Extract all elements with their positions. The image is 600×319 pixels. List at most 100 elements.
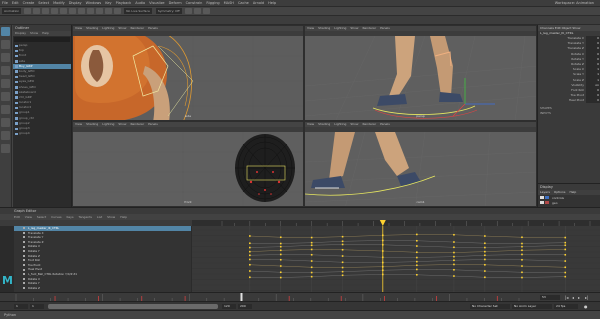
anim-end-field[interactable]: 200	[238, 304, 252, 309]
key-point[interactable]	[521, 249, 523, 252]
key-point[interactable]	[249, 258, 251, 261]
last-tool-icon[interactable]	[1, 105, 10, 114]
key-point[interactable]	[310, 271, 313, 274]
key-point[interactable]	[484, 263, 486, 266]
vp-menu-renderer[interactable]: Renderer	[130, 26, 144, 30]
select-hierarchy-icon[interactable]	[69, 8, 77, 14]
move-tool-icon[interactable]	[1, 66, 10, 75]
key-point[interactable]	[279, 258, 282, 261]
layer-row[interactable]: geo	[538, 200, 600, 205]
lasso-tool-icon[interactable]	[1, 40, 10, 49]
vp-menu-lighting[interactable]: Lighting	[102, 26, 114, 30]
ge-menu-list[interactable]: List	[97, 215, 102, 219]
outliner-search-input[interactable]	[14, 37, 70, 42]
key-point[interactable]	[341, 274, 344, 277]
key-point[interactable]	[310, 275, 313, 278]
animation-curve[interactable]	[249, 254, 566, 258]
menu-edit[interactable]: Edit	[10, 1, 21, 5]
four-view-icon[interactable]	[1, 131, 10, 140]
time-slider[interactable]: 53 |◂ ◂ ▸ ▸|	[0, 292, 600, 302]
key-point[interactable]	[564, 275, 567, 278]
key-point[interactable]	[341, 255, 344, 257]
vp-menu-lighting[interactable]: Lighting	[334, 122, 346, 126]
animation-curve[interactable]	[249, 244, 566, 248]
go-to-start-icon[interactable]: |◂	[565, 295, 569, 300]
layer-color-swatch[interactable]	[545, 201, 549, 204]
ge-menu-select[interactable]: Select	[37, 215, 46, 219]
menu-constrain[interactable]: Constrain	[184, 1, 205, 5]
viewport-top-left[interactable]: View Shading Lighting Show Renderer Pane…	[72, 25, 304, 121]
range-slider-handle[interactable]	[48, 304, 218, 309]
key-point[interactable]	[521, 236, 523, 239]
key-point[interactable]	[484, 270, 486, 272]
key-point[interactable]	[341, 261, 344, 264]
ge-menu-curves[interactable]: Curves	[51, 215, 61, 219]
key-point[interactable]	[521, 258, 523, 261]
vp-menu-show[interactable]: Show	[350, 26, 358, 30]
menu-create[interactable]: Create	[21, 1, 37, 5]
animation-curves[interactable]	[192, 226, 600, 293]
key-point[interactable]	[453, 246, 455, 249]
key-point[interactable]	[453, 275, 455, 277]
vp-menu-panels[interactable]: Panels	[148, 122, 158, 126]
key-point[interactable]	[249, 270, 251, 272]
key-point[interactable]	[310, 236, 313, 239]
graph-channel-item[interactable]: Rotate Z	[14, 286, 191, 291]
menu-windows[interactable]: Windows	[84, 1, 104, 5]
menu-select[interactable]: Select	[36, 1, 51, 5]
key-point[interactable]	[310, 248, 313, 251]
key-point[interactable]	[453, 255, 455, 258]
visibility-toggle[interactable]	[540, 201, 544, 204]
key-point[interactable]	[279, 265, 282, 267]
outliner-menu-help[interactable]: Help	[42, 31, 49, 35]
key-point[interactable]	[416, 251, 418, 254]
key-point[interactable]	[249, 276, 251, 279]
layer-menu-layers[interactable]: Layers	[540, 190, 550, 194]
key-point[interactable]	[279, 242, 282, 245]
symmetry-field[interactable]: Symmetry: Off	[155, 8, 182, 14]
ge-menu-keys[interactable]: Keys	[67, 215, 74, 219]
workspace-label[interactable]: Workspace: Animation	[553, 1, 596, 5]
character-set-dropdown[interactable]: No Character Set	[470, 304, 510, 309]
key-point[interactable]	[249, 235, 251, 237]
key-point[interactable]	[453, 259, 455, 262]
animation-curve[interactable]	[249, 234, 566, 238]
scale-tool-icon[interactable]	[1, 92, 10, 101]
key-point[interactable]	[484, 235, 486, 237]
ge-menu-tangents[interactable]: Tangents	[78, 215, 91, 219]
key-point[interactable]	[279, 271, 282, 274]
select-object-icon[interactable]	[78, 8, 86, 14]
graph-editor-curve-area[interactable]	[192, 226, 600, 293]
key-point[interactable]	[310, 260, 313, 262]
rotate-tool-icon[interactable]	[1, 79, 10, 88]
viewport-bottom-left[interactable]: View Shading Lighting Show Renderer Pane…	[72, 121, 304, 207]
key-point[interactable]	[279, 245, 282, 248]
menu-help[interactable]: Help	[266, 1, 278, 5]
live-surface-field[interactable]: No Live Surface	[124, 8, 152, 14]
menu-rigging[interactable]: Rigging	[204, 1, 221, 5]
playback-start-field[interactable]: 1	[30, 304, 44, 309]
key-point[interactable]	[341, 248, 344, 251]
ge-menu-view[interactable]: View	[25, 215, 32, 219]
key-point[interactable]	[453, 268, 455, 271]
new-scene-icon[interactable]	[24, 8, 32, 14]
key-point[interactable]	[416, 268, 418, 271]
menu-mash[interactable]: MASH	[222, 1, 236, 5]
vp-menu-lighting[interactable]: Lighting	[102, 122, 114, 126]
layer-color-swatch[interactable]	[545, 196, 549, 199]
key-point[interactable]	[484, 242, 486, 245]
key-point[interactable]	[249, 254, 251, 257]
key-point[interactable]	[453, 233, 455, 236]
key-point[interactable]	[484, 246, 486, 249]
play-backward-icon[interactable]: ◂	[572, 295, 576, 300]
outliner-layout-icon[interactable]	[1, 144, 10, 153]
key-point[interactable]	[484, 250, 486, 253]
menu-audio[interactable]: Audio	[133, 1, 147, 5]
vp-menu-show[interactable]: Show	[118, 122, 126, 126]
key-point[interactable]	[453, 241, 455, 243]
single-view-icon[interactable]	[1, 118, 10, 127]
auto-key-icon[interactable]: ●	[584, 304, 588, 309]
animation-curve[interactable]	[249, 274, 566, 278]
render-icon[interactable]	[184, 8, 192, 14]
ge-menu-edit[interactable]: Edit	[14, 215, 20, 219]
